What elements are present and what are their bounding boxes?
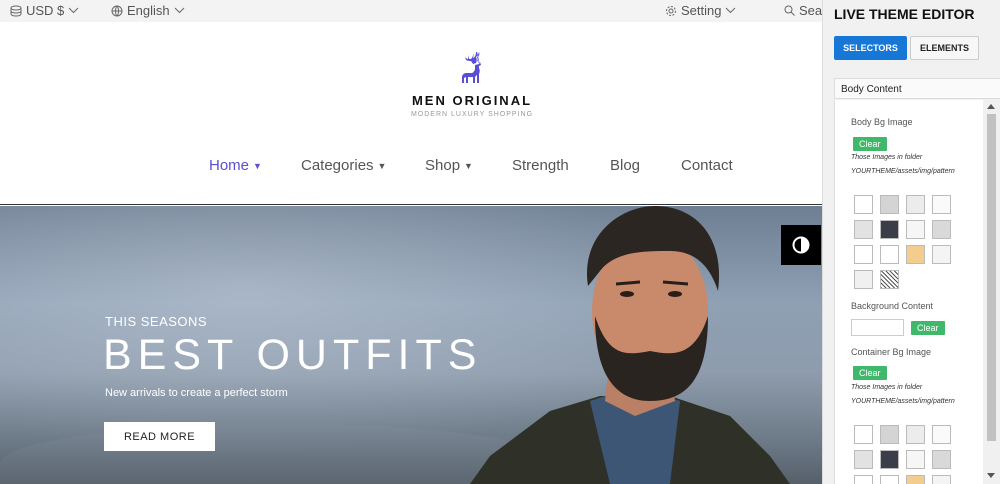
language-selector[interactable]: English	[111, 3, 185, 18]
contrast-icon	[792, 236, 810, 254]
folder-note-line-2: YOURTHEME/assets/img/pattern	[851, 398, 955, 405]
pattern-swatch[interactable]	[880, 195, 899, 214]
container-bg-image-label: Container Bg Image	[851, 347, 932, 357]
gear-icon	[666, 5, 676, 16]
language-label: English	[127, 3, 170, 18]
nav-contact-label: Contact	[681, 157, 733, 174]
setting-label: Setting	[681, 3, 722, 18]
pattern-swatch[interactable]	[854, 425, 873, 444]
pattern-swatch[interactable]	[906, 450, 925, 469]
nav-shop-label: Shop	[425, 157, 461, 174]
nav-strength[interactable]: Strength	[512, 157, 569, 174]
globe-icon	[111, 5, 123, 16]
pattern-swatch[interactable]	[906, 475, 925, 484]
folder-note-line-1: Those Images in folder	[851, 154, 923, 161]
pattern-swatch[interactable]	[932, 425, 951, 444]
search-icon	[784, 5, 795, 16]
pattern-swatch[interactable]	[854, 245, 873, 264]
editor-scrollbar[interactable]	[983, 100, 1000, 484]
folder-note-line-1: Those Images in folder	[851, 384, 923, 391]
caret-down-icon: ▼	[253, 160, 262, 171]
chevron-down-icon	[726, 7, 736, 14]
live-theme-editor-panel: LIVE THEME EDITOR SELECTORS ELEMENTS Bod…	[822, 0, 1000, 484]
nav-blog[interactable]: Blog	[610, 157, 640, 174]
setting-selector[interactable]: Setting	[665, 3, 736, 18]
editor-title: LIVE THEME EDITOR	[834, 6, 975, 22]
page: USD $ English Setting Sear MEN ORIGINAL …	[0, 0, 1000, 484]
pattern-swatch[interactable]	[932, 220, 951, 239]
background-content-label: Background Content	[851, 301, 934, 311]
body-bg-image-label: Body Bg Image	[851, 117, 913, 127]
caret-down-icon: ▼	[464, 160, 473, 171]
tab-selectors[interactable]: SELECTORS	[834, 36, 907, 60]
brand-name: MEN ORIGINAL	[411, 93, 533, 108]
deer-icon[interactable]	[454, 50, 490, 90]
nav-shop[interactable]: Shop ▼	[425, 157, 473, 174]
site-header: MEN ORIGINAL MODERN LUXURY SHOPPING Home…	[0, 22, 822, 205]
top-bar: USD $ English Setting Sear	[0, 0, 826, 22]
pattern-swatch[interactable]	[906, 220, 925, 239]
contrast-toggle-button[interactable]	[781, 225, 821, 265]
hero-model-image	[470, 206, 790, 484]
nav-categories-label: Categories	[301, 157, 374, 174]
nav-home-label: Home	[209, 157, 250, 174]
pattern-swatch[interactable]	[906, 425, 925, 444]
pattern-swatch[interactable]	[880, 220, 899, 239]
tab-elements[interactable]: ELEMENTS	[910, 36, 979, 60]
pattern-swatch[interactable]	[854, 220, 873, 239]
clear-container-bg-button[interactable]: Clear	[853, 366, 887, 380]
pattern-swatch[interactable]	[932, 450, 951, 469]
chevron-down-icon	[174, 7, 184, 14]
pattern-swatch[interactable]	[880, 475, 899, 484]
nav-categories[interactable]: Categories ▼	[301, 157, 386, 174]
folder-note-line-2: YOURTHEME/assets/img/pattern	[851, 168, 955, 175]
nav-strength-label: Strength	[512, 157, 569, 174]
clear-body-bg-button[interactable]: Clear	[853, 137, 887, 151]
pattern-swatch[interactable]	[932, 475, 951, 484]
section-header-body-content[interactable]: Body Content	[834, 78, 1000, 99]
pattern-swatch[interactable]	[880, 245, 899, 264]
pattern-swatch[interactable]	[880, 425, 899, 444]
pattern-swatch[interactable]	[906, 245, 925, 264]
search-link[interactable]: Sear	[784, 3, 826, 18]
read-more-button[interactable]: READ MORE	[104, 422, 215, 451]
scrollbar-thumb[interactable]	[987, 114, 996, 441]
nav-home[interactable]: Home ▼	[209, 157, 262, 174]
pattern-swatch[interactable]	[906, 195, 925, 214]
hero-description: New arrivals to create a perfect storm	[105, 387, 288, 399]
brand-tagline: MODERN LUXURY SHOPPING	[410, 111, 534, 118]
caret-down-icon: ▼	[377, 160, 387, 171]
clear-background-content-button[interactable]: Clear	[911, 321, 945, 335]
nav-blog-label: Blog	[610, 157, 641, 174]
pattern-swatch[interactable]	[880, 270, 899, 289]
pattern-swatch[interactable]	[854, 450, 873, 469]
currency-label: USD $	[26, 3, 65, 18]
pattern-swatch[interactable]	[854, 475, 873, 484]
background-content-color-input[interactable]	[851, 319, 904, 336]
hero-title: BEST OUTFITS	[103, 331, 483, 379]
scroll-down-arrow-icon[interactable]	[987, 473, 995, 478]
currency-selector[interactable]: USD $	[10, 3, 79, 18]
pattern-swatch[interactable]	[854, 195, 873, 214]
chevron-down-icon	[68, 7, 79, 14]
editor-content: Body Bg Image Clear Those Images in fold…	[834, 100, 1000, 484]
coins-icon	[10, 5, 22, 17]
pattern-swatch[interactable]	[932, 195, 951, 214]
scroll-up-arrow-icon[interactable]	[987, 104, 995, 109]
pattern-swatch[interactable]	[932, 245, 951, 264]
pattern-swatch[interactable]	[880, 450, 899, 469]
nav-contact[interactable]: Contact	[681, 157, 733, 174]
hero-subtitle: THIS SEASONS	[105, 314, 208, 329]
pattern-swatch[interactable]	[854, 270, 873, 289]
